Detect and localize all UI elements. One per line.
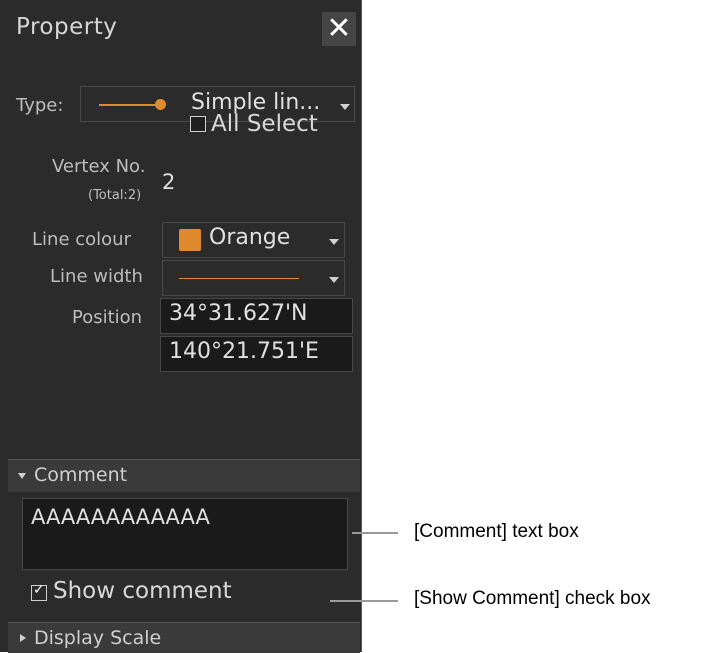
line-type-icon [99,104,157,106]
comment-text: AAAAAAAAAAAA [31,505,210,529]
title-bar: Property ✕ [0,0,361,58]
line-width-dropdown[interactable] [162,260,345,296]
vertex-total: (Total:2) [88,188,142,203]
line-colour-label: Line colour [32,229,131,250]
line-width-sample [179,278,299,279]
vertex-label: Vertex No. [52,156,146,177]
type-label: Type: [16,95,64,116]
callout-comment-textbox: [Comment] text box [414,521,579,542]
show-comment-checkbox[interactable]: ✓ [31,582,47,601]
expand-right-icon [20,634,26,642]
chevron-down-icon [329,277,339,283]
chevron-down-icon [340,104,350,110]
all-select-label: All Select [211,111,318,137]
line-colour-dropdown[interactable]: Orange [162,222,345,258]
callout-line-show-comment [330,600,398,602]
position-label: Position [72,307,143,328]
close-icon: ✕ [326,11,352,46]
close-button[interactable]: ✕ [322,12,356,46]
display-scale-header-label: Display Scale [34,627,162,649]
show-comment-label: Show comment [53,578,232,604]
property-panel: Property ✕ Type: Simple lin... All Selec… [0,0,362,653]
all-select-checkbox[interactable] [190,116,206,132]
comment-textbox[interactable]: AAAAAAAAAAAA [22,498,348,570]
callout-show-comment: [Show Comment] check box [414,588,651,609]
vertex-dot-icon [155,99,166,110]
comment-header-label: Comment [34,464,128,486]
checkmark-icon: ✓ [33,582,45,598]
line-colour-value: Orange [209,225,291,250]
vertex-value: 2 [162,170,176,194]
latitude-value: 34°31.627'N [169,301,308,326]
chevron-down-icon [329,239,339,245]
expand-down-icon [18,473,26,479]
comment-section-header[interactable]: Comment [8,459,360,492]
latitude-field[interactable]: 34°31.627'N [160,298,353,334]
callout-line-comment [352,532,398,534]
line-width-label: Line width [50,266,143,287]
panel-title: Property [16,14,118,40]
display-scale-section-header[interactable]: Display Scale [8,622,360,653]
longitude-field[interactable]: 140°21.751'E [160,336,353,372]
longitude-value: 140°21.751'E [169,339,319,364]
colour-swatch [179,229,201,251]
